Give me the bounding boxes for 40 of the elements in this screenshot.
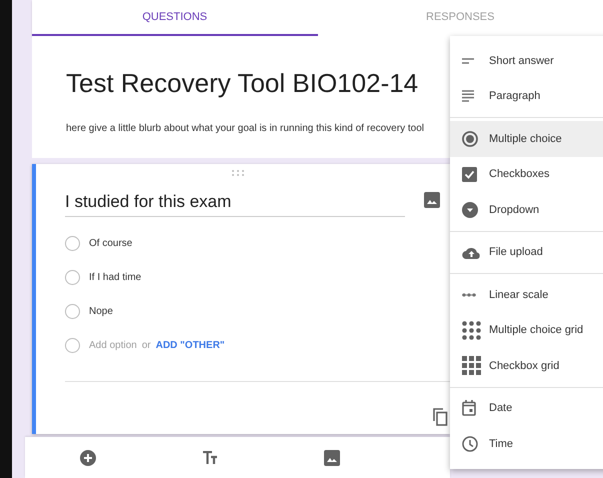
form-description[interactable]: here give a little blurb about what your goal is in running this kind of recovery tool [66,123,430,134]
dot-grid-icon [462,320,481,340]
menu-item[interactable]: Paragraph [450,78,603,114]
menu-item[interactable]: File upload [450,234,603,270]
menu-item[interactable]: Checkboxes [450,156,603,192]
checkbox-icon [462,166,477,182]
menu-item[interactable]: Short answer [450,43,603,78]
option-text[interactable]: Nope [89,306,113,316]
menu-item[interactable]: Multiple choice grid [450,312,603,348]
question-title-field[interactable]: I studied for this exam [65,192,405,217]
lines-icon [462,90,474,102]
linear-scale-icon [462,292,476,297]
image-icon[interactable] [424,192,440,208]
radio-icon [65,338,80,352]
add-other-link[interactable]: ADD "OTHER" [156,340,225,350]
menu-item[interactable]: Dropdown [450,192,603,228]
calendar-icon [462,400,476,416]
menu-item[interactable]: Date [450,390,603,426]
radio-icon [462,130,478,147]
square-grid-icon [462,356,481,376]
option-text[interactable]: Of course [89,238,132,248]
dropdown-icon [462,202,478,218]
or-text: or [142,340,151,350]
radio-icon [65,236,80,250]
radio-icon [65,270,80,284]
short-lines-icon [462,58,474,64]
menu-item[interactable]: Time [450,426,603,462]
menu-item[interactable]: Multiple choice [450,121,603,156]
menu-item[interactable]: Linear scale [450,277,603,312]
clock-icon [462,436,478,452]
text-size-icon[interactable] [202,450,218,464]
menu-item[interactable]: Checkbox grid [450,348,603,384]
radio-icon [65,304,80,318]
form-title[interactable]: Test Recovery Tool BIO102-14 [66,68,430,99]
image-icon[interactable] [324,450,340,466]
cloud-upload-icon [462,246,481,259]
drag-handle-icon[interactable] [230,170,244,176]
copy-icon[interactable] [432,408,448,426]
option-text[interactable]: If I had time [89,272,142,282]
add-icon[interactable] [80,450,96,466]
